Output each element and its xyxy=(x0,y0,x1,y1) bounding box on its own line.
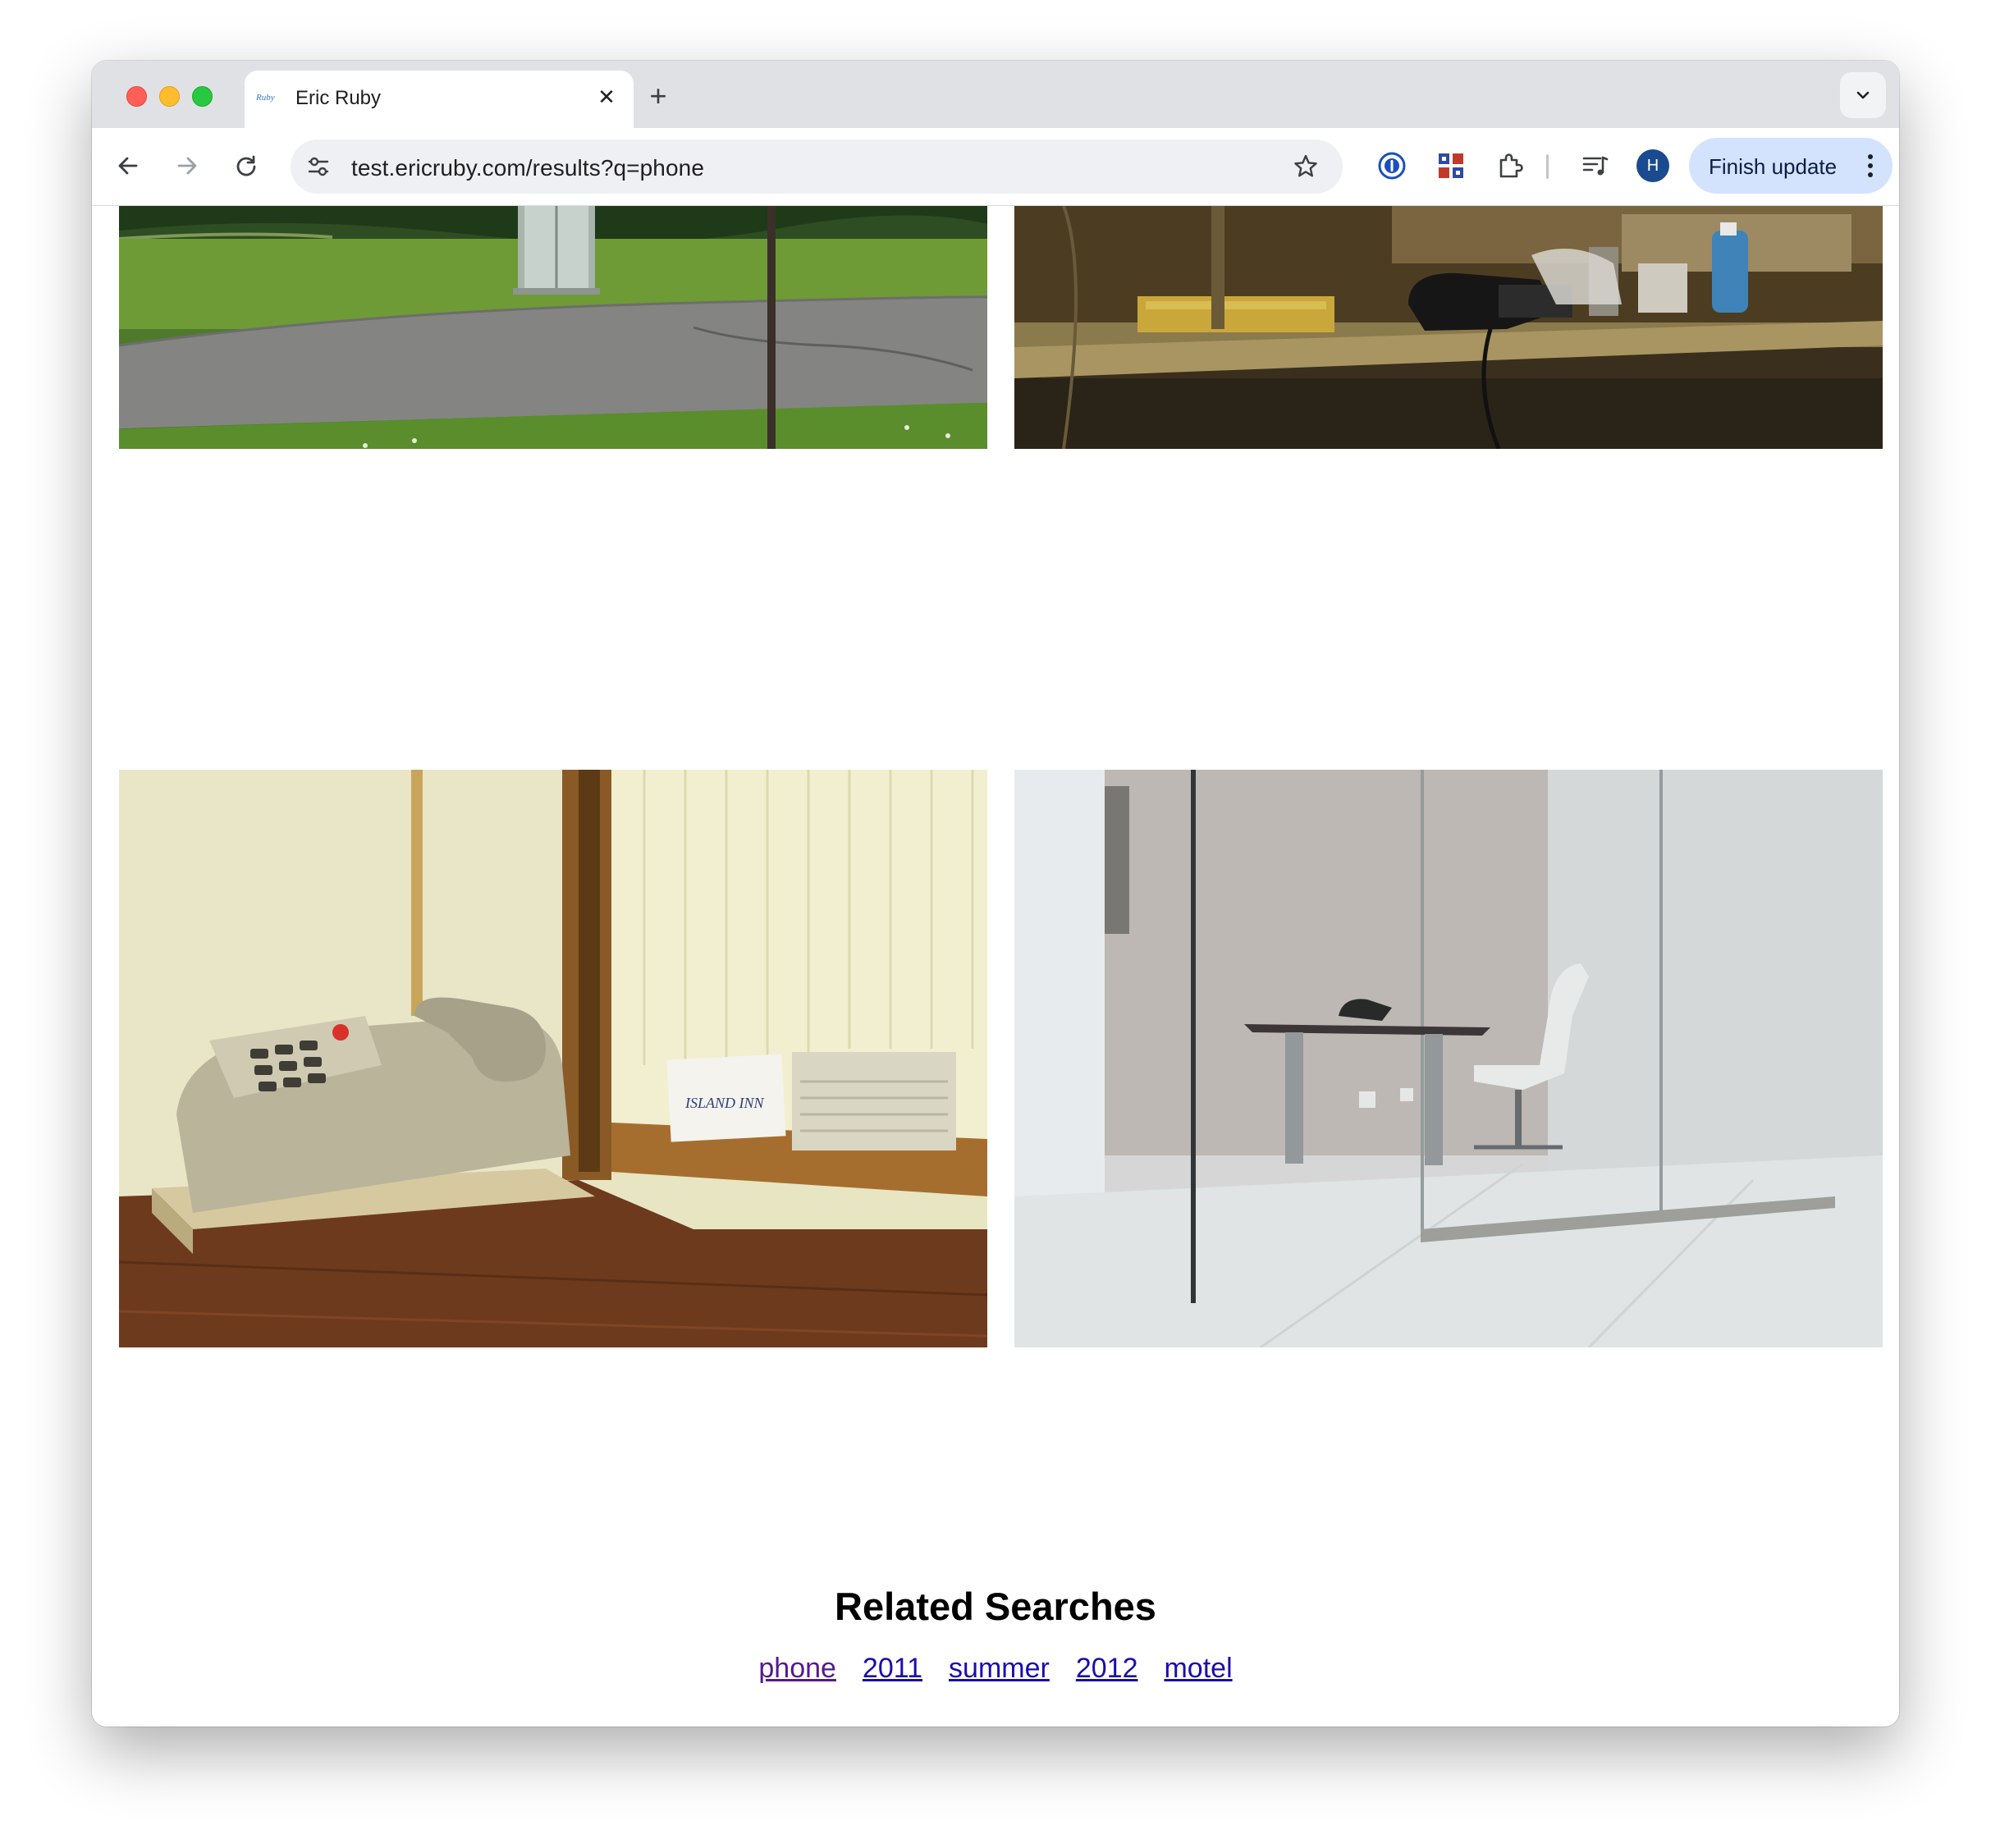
forward-arrow-icon xyxy=(177,157,197,175)
address-bar[interactable]: test.ericruby.com/results?q=phone xyxy=(291,140,1343,194)
photo-glass-office-phone[interactable] xyxy=(1014,770,1883,1347)
reload-icon xyxy=(236,155,256,176)
finish-update-label: Finish update xyxy=(1709,154,1838,179)
photo-motel-phone-mirror[interactable]: ISLAND INN xyxy=(119,770,987,1347)
related-searches-links: phone 2011 summer 2012 motel xyxy=(92,1653,1899,1685)
profile-avatar[interactable]: H xyxy=(1636,149,1669,182)
photo-phone-booth-lawn[interactable] xyxy=(119,206,987,449)
back-button[interactable] xyxy=(110,148,146,184)
related-link-2012[interactable]: 2012 xyxy=(1076,1653,1138,1685)
password-manager-extension-icon[interactable] xyxy=(1374,148,1410,184)
toolbar-divider xyxy=(1546,154,1549,179)
toolbar: test.ericruby.com/results?q=phone H Fini… xyxy=(92,128,1899,206)
page-content: ISLAND INN Related Searches phone 2011 s… xyxy=(92,206,1899,1727)
extensions-puzzle-icon[interactable] xyxy=(1492,148,1528,184)
chevron-down-icon xyxy=(1856,91,1870,99)
back-arrow-icon xyxy=(118,157,138,175)
related-link-2011[interactable]: 2011 xyxy=(863,1653,922,1685)
new-tab-button[interactable]: + xyxy=(643,81,673,112)
zoom-window-button[interactable] xyxy=(192,86,213,107)
related-link-phone[interactable]: phone xyxy=(758,1653,836,1685)
tab-strip: Ruby Eric Ruby ✕ + xyxy=(92,61,1899,128)
minimize-window-button[interactable] xyxy=(159,86,180,107)
reload-button[interactable] xyxy=(228,148,264,184)
island-inn-card-text: ISLAND INN xyxy=(684,1095,765,1111)
tab-favicon-icon: Ruby xyxy=(256,93,275,103)
grid-extension-icon[interactable] xyxy=(1433,148,1469,184)
tab-active[interactable]: Ruby Eric Ruby ✕ xyxy=(245,71,634,128)
browser-window: Ruby Eric Ruby ✕ + test.ericruby.com/res… xyxy=(92,61,1899,1727)
tab-close-icon[interactable]: ✕ xyxy=(594,85,619,109)
bookmark-star-icon[interactable] xyxy=(1290,151,1321,182)
tab-search-button[interactable] xyxy=(1840,72,1886,118)
site-info-icon[interactable] xyxy=(304,152,333,181)
address-bar-url[interactable]: test.ericruby.com/results?q=phone xyxy=(351,155,704,181)
media-control-icon[interactable] xyxy=(1577,148,1613,184)
more-vert-icon xyxy=(1868,154,1873,177)
close-window-button[interactable] xyxy=(126,86,147,107)
forward-button[interactable] xyxy=(169,148,205,184)
related-link-motel[interactable]: motel xyxy=(1164,1653,1232,1685)
related-searches-heading: Related Searches xyxy=(835,1585,1156,1628)
photo-desk-phone-shelf[interactable] xyxy=(1014,206,1883,449)
finish-update-button[interactable]: Finish update xyxy=(1689,138,1893,194)
tab-title: Eric Ruby xyxy=(295,87,382,109)
related-link-summer[interactable]: summer xyxy=(949,1653,1050,1685)
